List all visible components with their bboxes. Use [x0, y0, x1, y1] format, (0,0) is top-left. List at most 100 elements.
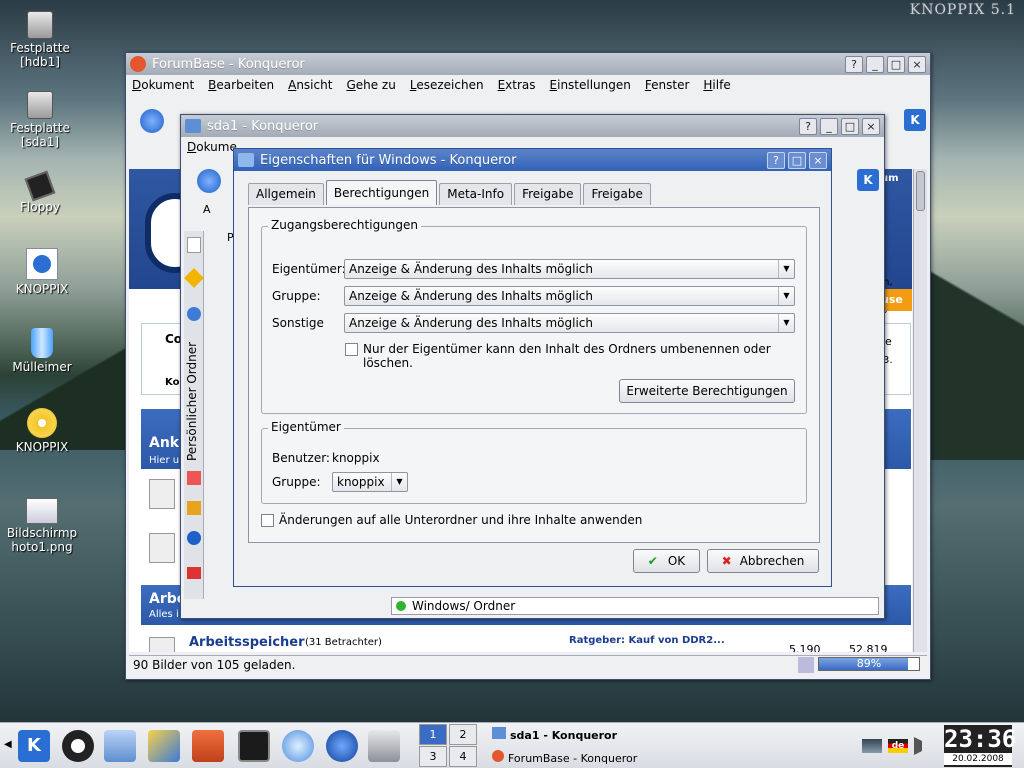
volume-icon[interactable] [914, 737, 930, 755]
maximize-button[interactable]: □ [788, 151, 806, 169]
forum-link-ratgeber[interactable]: Ratgeber: Kauf von DDR2... [569, 635, 725, 646]
media-icon[interactable] [187, 501, 201, 515]
dialog-titlebar[interactable]: Eigenschaften für Windows - Konqueror ? … [234, 149, 831, 171]
group-permission-select[interactable]: Anzeige & Änderung des Inhalts möglich ▼ [344, 286, 795, 306]
scrollbar-thumb[interactable] [916, 171, 925, 211]
history-icon[interactable] [187, 307, 201, 321]
minimize-button[interactable]: _ [866, 55, 884, 73]
menu-gehe-zu[interactable]: Gehe zu [346, 78, 395, 92]
desktop-icon-cdrom[interactable]: KNOPPIX [2, 408, 82, 454]
menu-bearbeiten[interactable]: Bearbeiten [208, 78, 274, 92]
control-center-icon[interactable] [148, 730, 180, 762]
document-icon[interactable] [187, 237, 201, 253]
tab-freigabe-1[interactable]: Freigabe [514, 183, 582, 205]
menu-extras[interactable]: Extras [498, 78, 536, 92]
services-icon[interactable] [187, 567, 201, 579]
close-button[interactable]: × [862, 117, 880, 135]
task-sda1[interactable]: sda1 - Konqueror [492, 727, 617, 742]
owner-permission-select[interactable]: Anzeige & Änderung des Inhalts möglich ▼ [344, 259, 795, 279]
clock-time: 23:36 [944, 725, 1017, 753]
desktop-icon-floppy[interactable]: Floppy [0, 170, 80, 214]
terminal-icon[interactable] [238, 730, 270, 762]
back-icon[interactable] [140, 109, 164, 133]
ok-button[interactable]: ✔ OK [633, 549, 700, 573]
help-button[interactable]: ? [799, 117, 817, 135]
desktop-icon-hdb1[interactable]: Festplatte [hdb1] [0, 8, 80, 69]
sidebar-tabs: Persönlicher Ordner [184, 231, 204, 599]
desktop-3[interactable]: 3 [419, 746, 447, 767]
tab-allgemein[interactable]: Allgemein [248, 183, 324, 205]
home-icon[interactable] [187, 471, 201, 485]
menu-lesezeichen[interactable]: Lesezeichen [410, 78, 484, 92]
others-permission-select[interactable]: Anzeige & Änderung des Inhalts möglich ▼ [344, 313, 795, 333]
konqueror-icon[interactable] [282, 730, 314, 762]
menu-ansicht[interactable]: Ansicht [288, 78, 332, 92]
image-file-icon [26, 498, 58, 524]
folder-icon [492, 727, 506, 739]
network-icon[interactable] [187, 531, 201, 545]
menu-fenster[interactable]: Fenster [645, 78, 690, 92]
forumbase-titlebar[interactable]: ForumBase - Konqueror ? _ □ × [126, 53, 930, 75]
recursive-checkbox[interactable] [261, 514, 274, 527]
chevron-down-icon: ▼ [391, 473, 407, 491]
tux-icon[interactable] [62, 730, 94, 762]
menu-dokument[interactable]: Dokume [187, 140, 237, 154]
sda1-titlebar[interactable]: sda1 - Konqueror ? _ □ × [181, 115, 884, 137]
k-menu-button[interactable]: K [18, 730, 50, 762]
harddisk-icon [27, 91, 53, 119]
help-button[interactable]: ? [845, 55, 863, 73]
advanced-permissions-button[interactable]: Erweiterte Berechtigungen [619, 379, 795, 403]
sidebar-tab-personal[interactable]: Persönlicher Ordner [185, 339, 203, 463]
chevron-down-icon: ▼ [778, 260, 794, 278]
folder-icon [185, 119, 201, 133]
close-button[interactable]: × [809, 151, 827, 169]
selected-value: Anzeige & Änderung des Inhalts möglich [349, 316, 594, 330]
desktop-icon-sda1[interactable]: Festplatte [sda1] [0, 88, 80, 149]
close-button[interactable]: × [908, 55, 926, 73]
window-list-icon[interactable] [104, 730, 136, 762]
menu-einstellungen[interactable]: Einstellungen [550, 78, 631, 92]
forum-icon [149, 479, 175, 509]
floppy-icon [24, 170, 56, 202]
desktop-1[interactable]: 1 [419, 724, 447, 745]
keyboard-layout-indicator[interactable]: de [888, 739, 908, 753]
maximize-button[interactable]: □ [887, 55, 905, 73]
clock[interactable]: 23:36 20.02.2008 [944, 725, 1017, 767]
others-label: Sonstige [272, 316, 324, 330]
desktop-icon-screenshot[interactable]: Bildschirmp hoto1.png [2, 494, 82, 554]
browser-icon[interactable] [326, 730, 358, 762]
cdrom-icon [27, 408, 57, 438]
menu-hilfe[interactable]: Hilfe [703, 78, 730, 92]
group-label: Gruppe: [272, 289, 321, 303]
forum-link-arbeitsspeicher[interactable]: Arbeitsspeicher [189, 635, 305, 650]
office-icon[interactable] [368, 730, 400, 762]
group-title: Eigentümer [268, 420, 344, 434]
desktop-icon-trash[interactable]: Mülleimer [2, 328, 82, 374]
minimize-button[interactable]: _ [820, 117, 838, 135]
network-monitor-icon[interactable] [862, 739, 882, 753]
desktop-icon-knoppix[interactable]: KNOPPIX [2, 248, 82, 296]
maximize-button[interactable]: □ [841, 117, 859, 135]
status-led-icon [396, 601, 406, 611]
forum-icon [149, 533, 175, 563]
tab-freigabe-2[interactable]: Freigabe [583, 183, 651, 205]
panel-arrow-icon[interactable]: ◀ [4, 739, 12, 750]
selected-value: Anzeige & Änderung des Inhalts möglich [349, 289, 594, 303]
desktop-2[interactable]: 2 [449, 724, 477, 745]
sticky-checkbox[interactable] [345, 343, 358, 356]
star-icon[interactable] [184, 268, 204, 288]
vertical-scrollbar[interactable] [913, 169, 927, 652]
cancel-icon: ✖ [721, 554, 732, 568]
home-icon[interactable] [192, 730, 224, 762]
back-icon[interactable] [197, 169, 221, 193]
forumbase-menubar: Dokument Bearbeiten Ansicht Gehe zu Lese… [126, 75, 930, 95]
tab-berechtigungen[interactable]: Berechtigungen [325, 180, 438, 205]
menu-dokument[interactable]: Dokument [132, 78, 194, 92]
desktop-4[interactable]: 4 [449, 746, 477, 767]
task-forumbase[interactable]: ForumBase - Konqueror [492, 750, 637, 765]
forum-icon [149, 637, 175, 652]
cancel-button[interactable]: ✖ Abbrechen [707, 549, 819, 573]
group-owner-select[interactable]: knoppix ▼ [332, 472, 408, 492]
tab-meta-info[interactable]: Meta-Info [439, 183, 513, 205]
help-button[interactable]: ? [767, 151, 785, 169]
